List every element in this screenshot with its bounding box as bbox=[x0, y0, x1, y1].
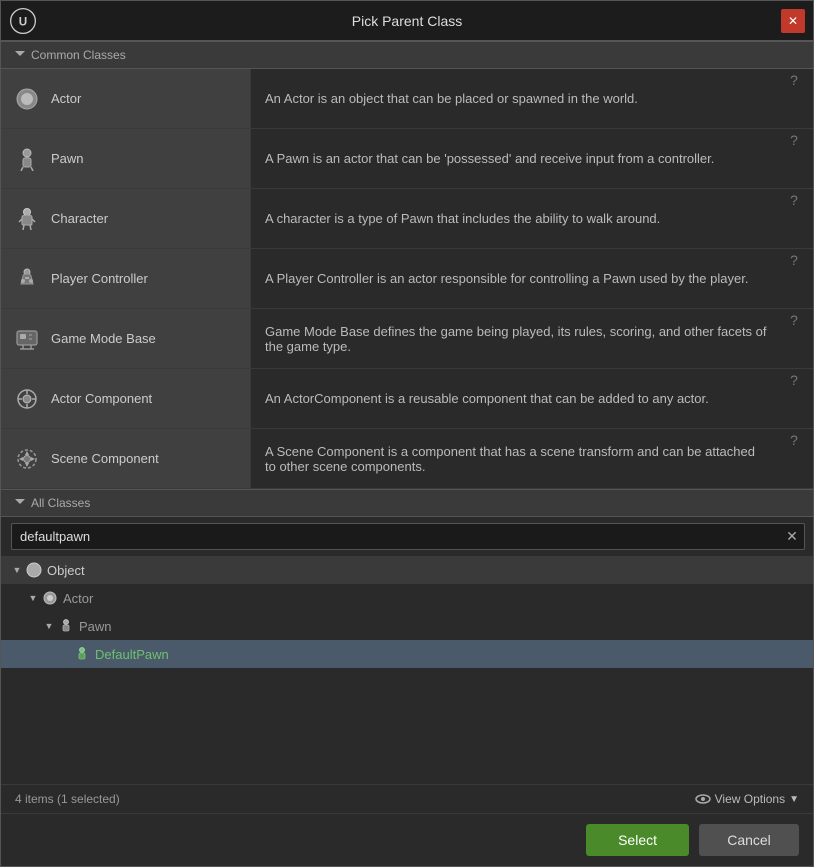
actor-description: An Actor is an object that can be placed… bbox=[251, 69, 783, 128]
class-row-character: Character A character is a type of Pawn … bbox=[1, 189, 813, 249]
object-icon bbox=[25, 561, 43, 579]
tree-row-defaultpawn[interactable]: ▶ DefaultPawn bbox=[1, 640, 813, 668]
close-button[interactable]: ✕ bbox=[781, 9, 805, 33]
player-controller-help-icon[interactable]: ? bbox=[783, 249, 805, 271]
class-row-actor: Actor An Actor is an object that can be … bbox=[1, 69, 813, 129]
class-button-actor-component[interactable]: Actor Component bbox=[1, 369, 251, 428]
view-options-button[interactable]: View Options ▼ bbox=[695, 791, 799, 807]
dialog: U Pick Parent Class ✕ Common Classes Act… bbox=[0, 0, 814, 867]
expand-arrow-pawn: ▼ bbox=[41, 618, 57, 634]
actor-component-label: Actor Component bbox=[51, 391, 152, 406]
actor-tree-icon bbox=[41, 589, 59, 607]
all-classes-section: All Classes ✕ ▼ Object ▼ bbox=[1, 489, 813, 813]
pawn-label: Pawn bbox=[51, 151, 84, 166]
character-label: Character bbox=[51, 211, 108, 226]
all-classes-expand-icon bbox=[15, 499, 25, 508]
actor-component-help-icon[interactable]: ? bbox=[783, 369, 805, 391]
actor-component-icon bbox=[13, 385, 41, 413]
class-row-actor-component: Actor Component An ActorComponent is a r… bbox=[1, 369, 813, 429]
class-row-game-mode-base: Game Mode Base Game Mode Base defines th… bbox=[1, 309, 813, 369]
scene-component-help-icon[interactable]: ? bbox=[783, 429, 805, 451]
expand-triangle-icon bbox=[15, 51, 25, 60]
status-bar: 4 items (1 selected) View Options ▼ bbox=[1, 784, 813, 813]
pawn-help-icon[interactable]: ? bbox=[783, 129, 805, 151]
expand-arrow-object: ▼ bbox=[9, 562, 25, 578]
svg-text:U: U bbox=[19, 15, 27, 28]
actor-label: Actor bbox=[51, 91, 81, 106]
class-button-scene-component[interactable]: Scene Component bbox=[1, 429, 251, 488]
class-row-player-controller: Player Controller A Player Controller is… bbox=[1, 249, 813, 309]
class-row-pawn: Pawn A Pawn is an actor that can be 'pos… bbox=[1, 129, 813, 189]
class-row-scene-component: Scene Component A Scene Component is a c… bbox=[1, 429, 813, 489]
view-options-label: View Options bbox=[715, 792, 785, 806]
ue-logo: U bbox=[9, 7, 37, 35]
common-classes-header: Common Classes bbox=[1, 41, 813, 69]
game-mode-base-icon bbox=[13, 325, 41, 353]
all-classes-header: All Classes bbox=[1, 489, 813, 517]
character-description: A character is a type of Pawn that inclu… bbox=[251, 189, 783, 248]
actor-tree-label: Actor bbox=[63, 591, 93, 606]
class-button-player-controller[interactable]: Player Controller bbox=[1, 249, 251, 308]
game-mode-base-label: Game Mode Base bbox=[51, 331, 156, 346]
defaultpawn-tree-icon bbox=[73, 645, 91, 663]
scene-component-description: A Scene Component is a component that ha… bbox=[251, 429, 783, 488]
dialog-title: Pick Parent Class bbox=[352, 13, 462, 29]
object-tree-label: Object bbox=[47, 563, 85, 578]
pawn-tree-icon bbox=[57, 617, 75, 635]
item-count-label: 4 items (1 selected) bbox=[15, 792, 120, 806]
select-button[interactable]: Select bbox=[586, 824, 689, 856]
view-options-chevron-icon: ▼ bbox=[789, 794, 799, 805]
tree-row-object[interactable]: ▼ Object bbox=[1, 556, 813, 584]
expand-arrow-actor: ▼ bbox=[25, 590, 41, 606]
pawn-description: A Pawn is an actor that can be 'possesse… bbox=[251, 129, 783, 188]
search-input[interactable] bbox=[11, 523, 805, 550]
eye-icon bbox=[695, 791, 711, 807]
search-clear-button[interactable]: ✕ bbox=[781, 526, 803, 548]
pawn-icon bbox=[13, 145, 41, 173]
common-classes-section: Common Classes Actor An Actor is an obje… bbox=[1, 41, 813, 489]
pawn-tree-label: Pawn bbox=[79, 619, 112, 634]
defaultpawn-tree-label: DefaultPawn bbox=[95, 647, 169, 662]
class-button-game-mode-base[interactable]: Game Mode Base bbox=[1, 309, 251, 368]
game-mode-base-description: Game Mode Base defines the game being pl… bbox=[251, 309, 783, 368]
character-icon bbox=[13, 205, 41, 233]
tree-row-pawn[interactable]: ▼ Pawn bbox=[1, 612, 813, 640]
player-controller-description: A Player Controller is an actor responsi… bbox=[251, 249, 783, 308]
scene-component-label: Scene Component bbox=[51, 451, 159, 466]
class-button-pawn[interactable]: Pawn bbox=[1, 129, 251, 188]
character-help-icon[interactable]: ? bbox=[783, 189, 805, 211]
game-mode-base-help-icon[interactable]: ? bbox=[783, 309, 805, 331]
cancel-button[interactable]: Cancel bbox=[699, 824, 799, 856]
class-button-character[interactable]: Character bbox=[1, 189, 251, 248]
actor-help-icon[interactable]: ? bbox=[783, 69, 805, 91]
all-classes-label: All Classes bbox=[31, 496, 90, 510]
player-controller-label: Player Controller bbox=[51, 271, 148, 286]
scene-component-icon bbox=[13, 445, 41, 473]
common-classes-label: Common Classes bbox=[31, 48, 126, 62]
actor-component-description: An ActorComponent is a reusable componen… bbox=[251, 369, 783, 428]
player-controller-icon bbox=[13, 265, 41, 293]
dialog-footer: Select Cancel bbox=[1, 813, 813, 866]
title-bar: U Pick Parent Class ✕ bbox=[1, 1, 813, 41]
class-button-actor[interactable]: Actor bbox=[1, 69, 251, 128]
tree-row-actor[interactable]: ▼ Actor bbox=[1, 584, 813, 612]
actor-icon bbox=[13, 85, 41, 113]
search-bar: ✕ bbox=[1, 517, 813, 556]
class-tree: ▼ Object ▼ Actor bbox=[1, 556, 813, 784]
